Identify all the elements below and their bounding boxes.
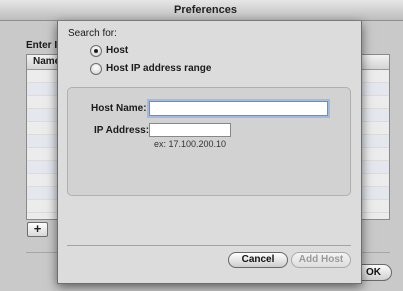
radio-ip-range-label: Host IP address range [106,63,212,74]
sheet-divider [67,245,351,246]
search-for-label: Search for: [68,28,117,39]
radio-ip-range-option[interactable]: Host IP address range [90,62,211,75]
cancel-button[interactable]: Cancel [228,252,288,268]
host-details-group: Host Name: IP Address: ex: 17.100.200.10 [67,87,351,196]
radio-host-option[interactable]: Host [90,44,128,57]
search-host-sheet: Search for: Host Host IP address range H… [57,21,362,284]
radio-button-selected[interactable] [90,44,102,57]
ip-example-hint: ex: 17.100.200.10 [154,139,227,149]
add-row-button[interactable]: + [27,222,48,237]
ip-address-field[interactable] [149,123,231,137]
ip-address-input[interactable] [150,124,230,136]
radio-host-label: Host [106,45,129,56]
radio-button-unselected[interactable] [90,62,102,75]
preferences-title: Preferences [174,4,237,16]
host-name-input[interactable] [150,102,327,115]
enter-hosts-label: Enter I [26,40,58,51]
ip-address-label: IP Address: [94,125,150,136]
host-name-label: Host Name: [91,103,147,114]
host-name-field[interactable] [149,101,328,116]
preferences-title-bar: Preferences [0,0,403,21]
add-host-button[interactable]: Add Host [291,252,351,268]
